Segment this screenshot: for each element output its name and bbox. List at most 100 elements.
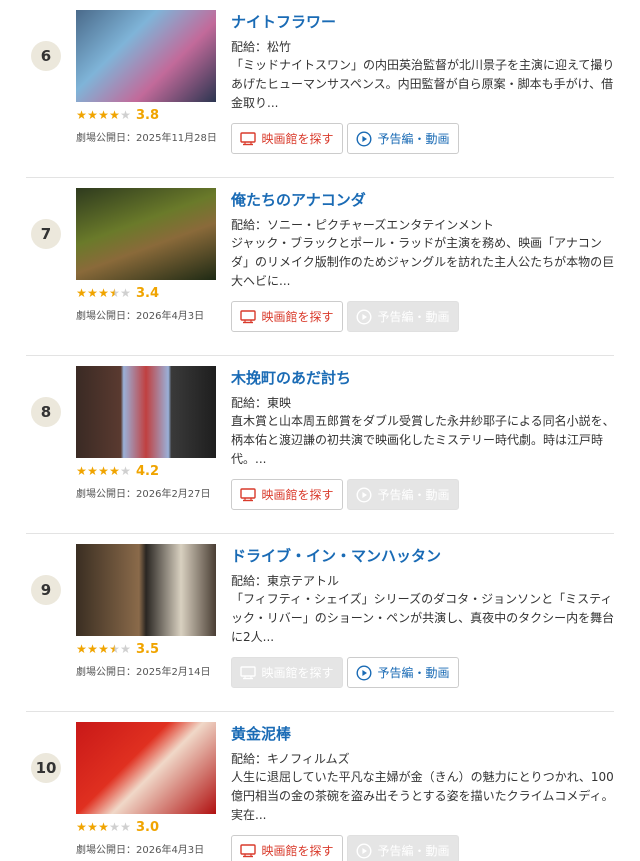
rating-score: 3.0 (136, 819, 160, 835)
rating-score: 4.2 (136, 463, 160, 479)
star-icon: ★ (109, 286, 120, 300)
trailer-button[interactable]: 予告編・動画 (347, 479, 459, 510)
movie-item: 9 ★ ★ ★ ★ ★ 3.5 劇場公開日：2025年2月14日 ドライブ・イン・マンハッタン配… (0, 534, 640, 712)
star-icon: ★ (120, 820, 131, 834)
star-icon: ★ (120, 286, 131, 300)
rank-badge: 6 (31, 41, 61, 71)
star-icon: ★ (87, 108, 98, 122)
distributor: 配給：東映 (231, 396, 292, 410)
movie-item: 6 ★ ★ ★ ★ ★ 3.8 劇場公開日：2025年11月28日 ナイトフラワー 配給：松竹 「ミ… (0, 0, 640, 178)
release-date: 劇場公開日：2026年4月3日 (76, 845, 205, 856)
find-theater-label: 映画館を探す (261, 132, 334, 146)
distributor: 配給：ソニー・ピクチャーズエンタテインメント (231, 218, 494, 232)
star-icon: ★ (98, 286, 109, 300)
trailer-label: 予告編・動画 (377, 488, 450, 502)
movie-description: 人生に退屈していた平凡な主婦が金（きん）の魅力にとりつかれ、100億円相当の金の… (231, 770, 614, 822)
star-rating: ★ ★ ★ ★ ★ 3.0 (76, 819, 160, 835)
movie-title-link[interactable]: ドライブ・イン・マンハッタン (231, 545, 441, 566)
rank-badge: 10 (31, 753, 61, 783)
distributor: 配給：東京テアトル (231, 574, 340, 588)
release-date: 劇場公開日：2026年2月27日 (76, 489, 211, 500)
play-icon (356, 130, 372, 147)
trailer-label: 予告編・動画 (377, 132, 450, 146)
movie-title-link[interactable]: ナイトフラワー (231, 11, 336, 32)
movie-thumbnail[interactable] (76, 10, 216, 102)
play-icon (356, 664, 372, 681)
star-icon: ★ (120, 642, 131, 656)
star-icon: ★ (109, 642, 120, 656)
movie-thumbnail[interactable] (76, 722, 216, 814)
star-icon: ★ (109, 464, 120, 478)
trailer-label: 予告編・動画 (377, 844, 450, 858)
trailer-label: 予告編・動画 (377, 310, 450, 324)
find-theater-button[interactable]: 映画館を探す (231, 301, 343, 332)
movie-item: 7 ★ ★ ★ ★ ★ 3.4 劇場公開日：2026年4月3日 俺たちのアナコンダ 配給：ソニー・… (0, 178, 640, 356)
find-theater-label: 映画館を探す (261, 310, 334, 324)
play-icon (356, 842, 372, 859)
movie-description: 「フィフティ・シェイズ」シリーズのダコタ・ジョンソンと「ミスティック・リバー」の… (231, 592, 615, 644)
movie-thumbnail[interactable] (76, 188, 216, 280)
movie-item: 8 ★ ★ ★ ★ ★ 4.2 劇場公開日：2026年2月27日 木挽町のあだ討ち 配給：東映 直木… (0, 356, 640, 534)
star-rating: ★ ★ ★ ★ ★ 4.2 (76, 463, 160, 479)
trailer-button[interactable]: 予告編・動画 (347, 657, 459, 688)
theater-icon (240, 309, 257, 323)
star-rating: ★ ★ ★ ★ ★ 3.4 (76, 285, 160, 301)
rating-score: 3.5 (136, 641, 160, 657)
movie-thumbnail[interactable] (76, 366, 216, 458)
release-date: 劇場公開日：2026年4月3日 (76, 311, 205, 322)
star-rating: ★ ★ ★ ★ ★ 3.5 (76, 641, 160, 657)
trailer-label: 予告編・動画 (377, 666, 450, 680)
star-icon: ★ (76, 286, 87, 300)
star-icon: ★ (98, 108, 109, 122)
theater-icon (240, 843, 257, 857)
movie-title-link[interactable]: 黄金泥棒 (231, 723, 291, 744)
star-rating: ★ ★ ★ ★ ★ 3.8 (76, 107, 160, 123)
star-icon: ★ (109, 108, 120, 122)
play-icon (356, 308, 372, 325)
theater-icon (240, 487, 257, 501)
star-icon: ★ (87, 642, 98, 656)
movie-description: 「ミッドナイトスワン」の内田英治監督が北川景子を主演に迎えて撮りあげたヒューマン… (231, 58, 615, 110)
movie-thumbnail[interactable] (76, 544, 216, 636)
trailer-button[interactable]: 予告編・動画 (347, 301, 459, 332)
movie-description: 直木賞と山本周五郎賞をダブル受賞した永井紗耶子による同名小説を、柄本佑と渡辺謙の… (231, 414, 615, 466)
find-theater-button[interactable]: 映画館を探す (231, 123, 343, 154)
movie-title-link[interactable]: 木挽町のあだ討ち (231, 367, 351, 388)
find-theater-label: 映画館を探す (261, 666, 334, 680)
theater-icon (240, 665, 257, 679)
find-theater-label: 映画館を探す (261, 844, 334, 858)
star-icon: ★ (76, 820, 87, 834)
play-icon (356, 486, 372, 503)
rating-score: 3.4 (136, 285, 160, 301)
star-icon: ★ (98, 464, 109, 478)
star-icon: ★ (87, 464, 98, 478)
movie-description: ジャック・ブラックとポール・ラッドが主演を務め、映画「アナコンダ」のリメイク版制… (231, 236, 615, 288)
distributor: 配給：キノフィルムズ (231, 752, 350, 766)
star-icon: ★ (120, 464, 131, 478)
trailer-button[interactable]: 予告編・動画 (347, 123, 459, 154)
release-date: 劇場公開日：2025年11月28日 (76, 133, 217, 144)
rating-score: 3.8 (136, 107, 160, 123)
rank-badge: 7 (31, 219, 61, 249)
movie-title-link[interactable]: 俺たちのアナコンダ (231, 189, 366, 210)
trailer-button[interactable]: 予告編・動画 (347, 835, 459, 861)
find-theater-button[interactable]: 映画館を探す (231, 479, 343, 510)
star-icon: ★ (120, 108, 131, 122)
rank-badge: 9 (31, 575, 61, 605)
movie-item: 10 ★ ★ ★ ★ ★ 3.0 劇場公開日：2026年4月3日 黄金泥棒 配給：キノフィルムズ人… (0, 712, 640, 861)
star-icon: ★ (76, 108, 87, 122)
rank-badge: 8 (31, 397, 61, 427)
find-theater-button[interactable]: 映画館を探す (231, 835, 343, 861)
star-icon: ★ (76, 464, 87, 478)
find-theater-button[interactable]: 映画館を探す (231, 657, 343, 688)
star-icon: ★ (98, 642, 109, 656)
star-icon: ★ (76, 642, 87, 656)
star-icon: ★ (87, 820, 98, 834)
distributor: 配給：松竹 (231, 40, 292, 54)
release-date: 劇場公開日：2025年2月14日 (76, 667, 211, 678)
find-theater-label: 映画館を探す (261, 488, 334, 502)
star-icon: ★ (87, 286, 98, 300)
star-icon: ★ (109, 820, 120, 834)
theater-icon (240, 131, 257, 145)
star-icon: ★ (98, 820, 109, 834)
